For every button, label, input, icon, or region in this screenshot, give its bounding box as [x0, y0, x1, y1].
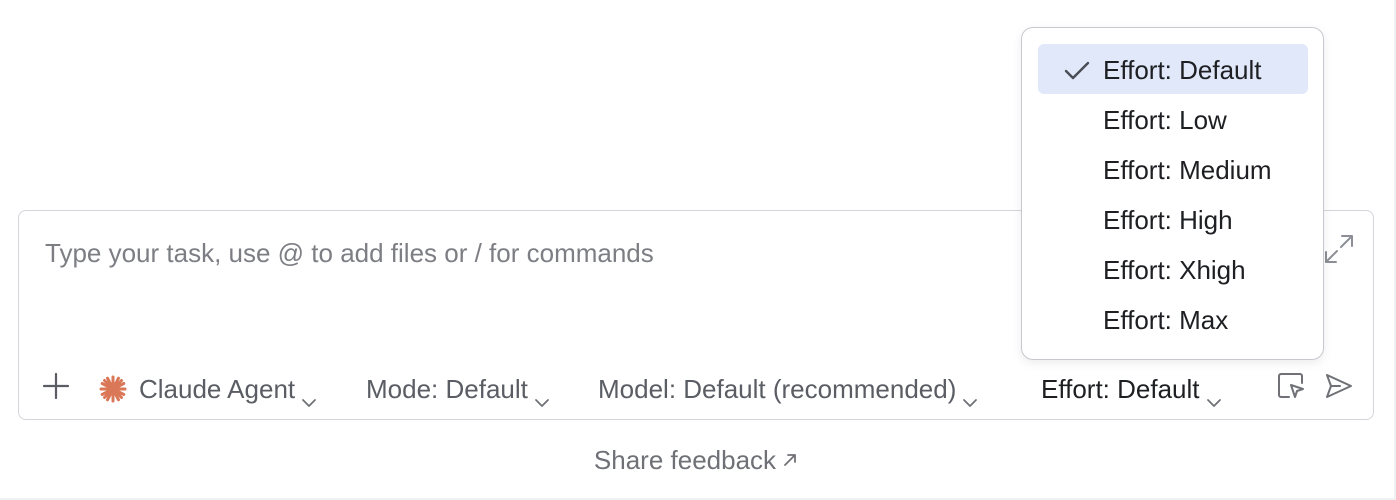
send-icon	[1324, 371, 1354, 408]
add-button[interactable]	[41, 367, 71, 411]
plus-icon	[42, 372, 70, 407]
share-feedback-link[interactable]: Share feedback	[0, 444, 1392, 476]
menu-item-effort-max[interactable]: Effort: Max	[1038, 294, 1308, 344]
agent-label: Claude Agent	[139, 373, 296, 404]
input-toolbar: Claude Agent Mode: Default Model: Defaul…	[19, 367, 1373, 411]
menu-item-effort-default[interactable]: Effort: Default	[1038, 44, 1308, 94]
menu-item-label: Effort: Xhigh	[1103, 255, 1246, 285]
chevron-down-icon	[1206, 384, 1222, 407]
select-element-icon	[1276, 371, 1306, 408]
menu-item-effort-low[interactable]: Effort: Low	[1038, 94, 1308, 144]
model-selector[interactable]: Model: Default (recommended)	[598, 367, 978, 411]
menu-item-effort-high[interactable]: Effort: High	[1038, 194, 1308, 244]
menu-item-label: Effort: Max	[1103, 305, 1229, 335]
mode-label: Mode: Default	[366, 373, 528, 404]
checkmark-icon	[1064, 58, 1090, 80]
agent-selector[interactable]: Claude Agent	[99, 367, 317, 411]
mode-selector[interactable]: Mode: Default	[366, 367, 550, 411]
menu-item-label: Effort: Medium	[1103, 155, 1272, 185]
send-button[interactable]	[1323, 367, 1355, 411]
menu-item-effort-medium[interactable]: Effort: Medium	[1038, 144, 1308, 194]
chevron-down-icon	[301, 384, 317, 407]
model-label: Model: Default (recommended)	[598, 373, 957, 404]
share-feedback-label: Share feedback	[593, 445, 777, 475]
effort-dropdown-menu: Effort: Default Effort: Low Effort: Medi…	[1021, 27, 1324, 360]
effort-label: Effort: Default	[1041, 373, 1200, 404]
menu-item-label: Effort: Default	[1103, 55, 1262, 85]
menu-item-label: Effort: Low	[1103, 105, 1227, 135]
claude-spark-icon	[99, 375, 127, 403]
external-link-arrow-icon	[782, 444, 798, 466]
expand-icon[interactable]	[1322, 232, 1356, 266]
effort-selector[interactable]: Effort: Default	[1041, 367, 1222, 411]
select-element-button[interactable]	[1275, 367, 1307, 411]
chevron-down-icon	[534, 384, 550, 407]
menu-item-label: Effort: High	[1103, 205, 1233, 235]
menu-item-effort-xhigh[interactable]: Effort: Xhigh	[1038, 244, 1308, 294]
chevron-down-icon	[962, 384, 978, 407]
